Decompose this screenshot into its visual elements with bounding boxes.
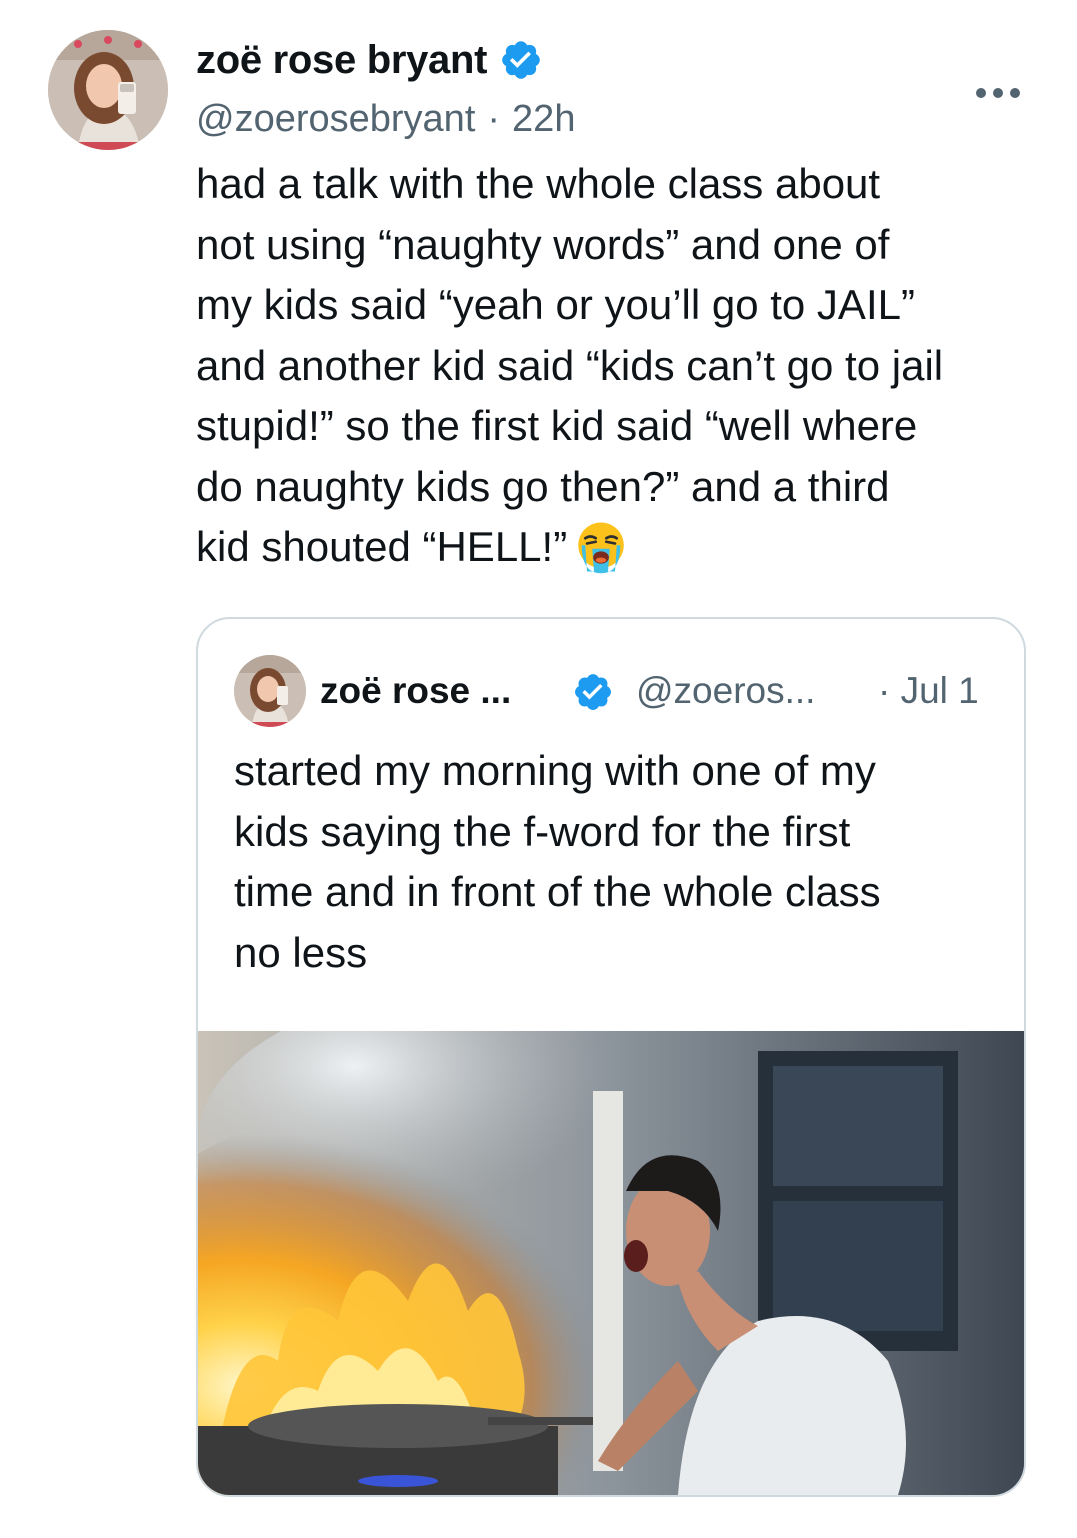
more-options-icon[interactable] xyxy=(976,86,1020,100)
tweet-timestamp[interactable]: 22h xyxy=(512,98,575,140)
quoted-tweet-body: started my morning with one of my kids s… xyxy=(234,741,994,983)
tweet-text-line: had a talk with the whole class about xyxy=(196,160,881,207)
tweet-text-line: my kids said “yeah or you’ll go to JAIL” xyxy=(196,281,915,328)
more-dot xyxy=(1010,88,1020,98)
tweet-text-line: do naughty kids go then?” and a third xyxy=(196,462,890,510)
tweet-text-line: and another kid said “kids can’t go to j… xyxy=(196,341,944,389)
quoted-text-line: kids saying the f-word for the first xyxy=(234,807,851,855)
quoted-text-line: no less xyxy=(234,928,368,976)
tweet-text-line: not using “naughty words” and one of xyxy=(196,220,890,268)
quoted-tweet-card[interactable]: zoë rose ... @zoeros... · Jul 1 started … xyxy=(196,617,1026,1497)
quoted-tweet-date[interactable]: · Jul 1 xyxy=(878,667,979,715)
kitchen-fire-photo xyxy=(198,1031,1024,1495)
quoted-author-handle[interactable]: @zoeros... xyxy=(636,667,815,715)
tweet-text-line: kid shouted “HELL!” xyxy=(196,523,568,570)
verified-badge-icon[interactable] xyxy=(572,671,614,713)
author-avatar-photo xyxy=(48,30,168,150)
quoted-author-avatar[interactable] xyxy=(234,655,306,727)
verified-badge-icon[interactable] xyxy=(499,38,543,82)
more-dot xyxy=(976,88,986,98)
author-handle[interactable]: @zoerosebryant xyxy=(196,98,475,140)
quoted-avatar-photo xyxy=(234,655,306,727)
quoted-text-line: time and in front of the whole class xyxy=(234,868,881,915)
meta-separator: · xyxy=(487,98,501,140)
tweet-text-line: stupid!” so the first kid said “well whe… xyxy=(196,402,918,449)
tweet-body: had a talk with the whole class about no… xyxy=(196,154,1036,578)
tweet-text-last-line: kid shouted “HELL!” xyxy=(196,517,1036,578)
quoted-text-line: started my morning with one of my xyxy=(234,747,876,794)
meta-row: @zoerosebryant · 22h xyxy=(196,94,575,144)
author-display-name[interactable]: zoë rose bryant xyxy=(196,34,487,86)
loudly-crying-face-icon xyxy=(578,522,624,574)
author-avatar[interactable] xyxy=(48,30,168,150)
tweet-header: zoë rose bryant @zoerosebryant · 22h xyxy=(196,34,1046,144)
quoted-tweet-media[interactable] xyxy=(198,1031,1024,1495)
quoted-author-display-name[interactable]: zoë rose ... xyxy=(320,667,511,715)
more-dot xyxy=(993,88,1003,98)
name-row: zoë rose bryant xyxy=(196,34,543,86)
